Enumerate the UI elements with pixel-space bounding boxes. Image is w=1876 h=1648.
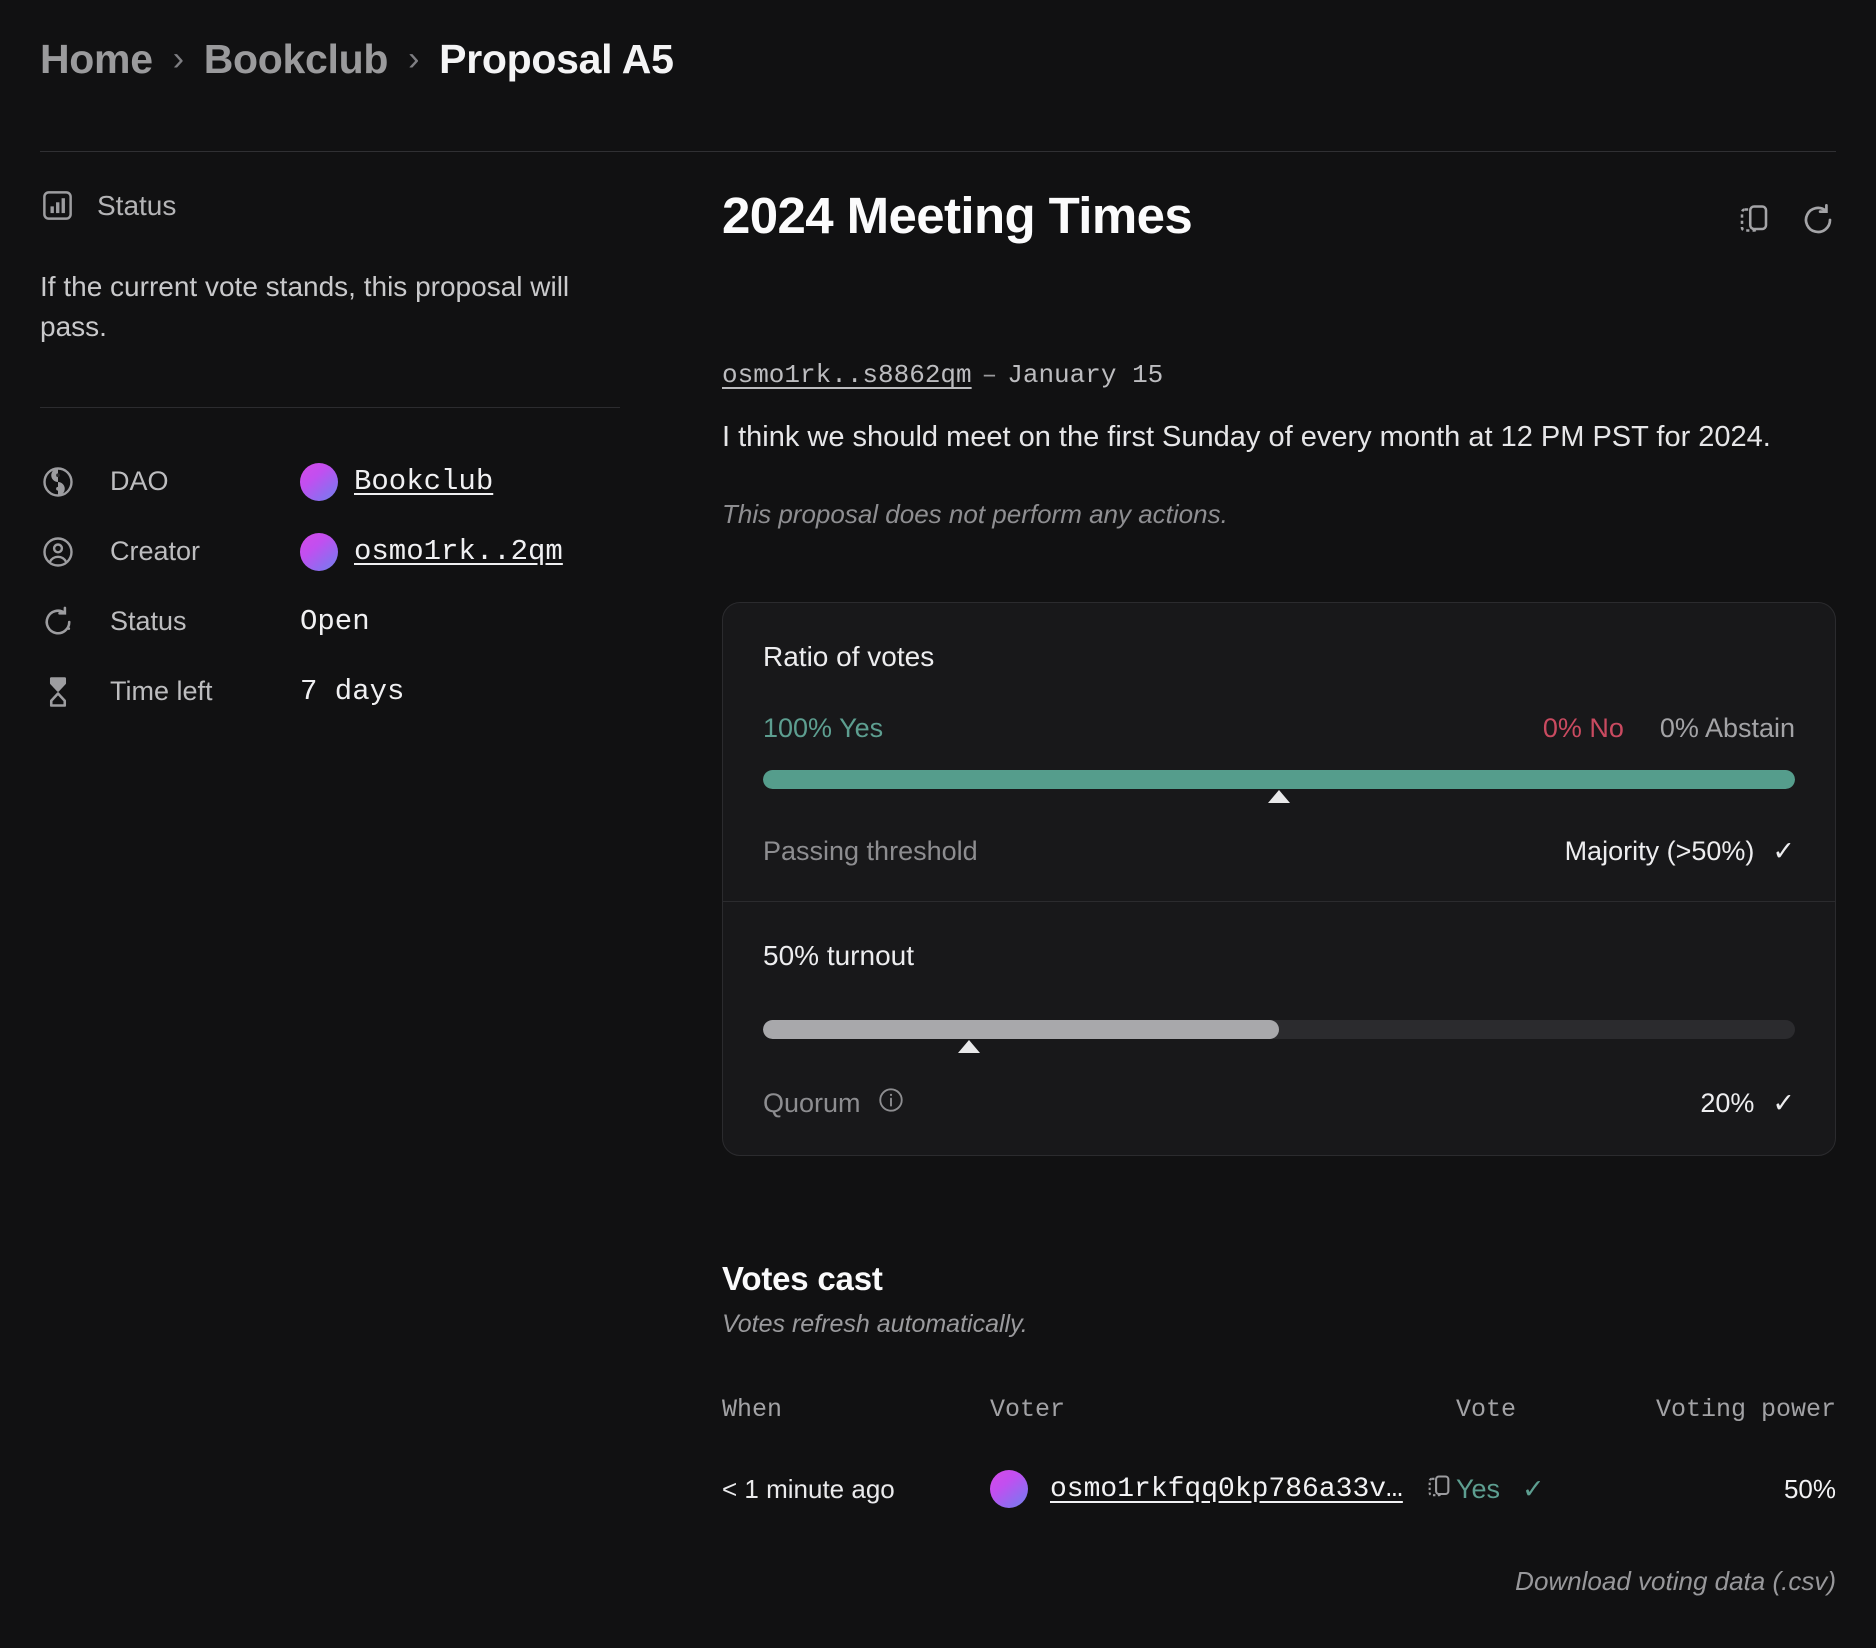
byline-address-link[interactable]: osmo1rk..s8862qm [722,360,972,390]
votes-table-body: < 1 minute ago osmo1rkfqq0kp786a33v… [722,1470,1836,1508]
meta-value-creator[interactable]: osmo1rk..2qm [300,533,563,571]
ratio-title: Ratio of votes [763,641,1795,673]
breadcrumb-item-bookclub[interactable]: Bookclub [204,36,388,83]
legend-no: 0% No [1543,713,1624,744]
yin-yang-icon [40,464,110,500]
page-title: 2024 Meeting Times [722,188,1192,244]
votes-table: When Voter Vote Voting power < 1 minute … [722,1395,1836,1508]
check-icon: ✓ [1772,836,1795,867]
cell-vote: Yes ✓ [1456,1474,1636,1505]
proposal-main: 2024 Meeting Times osmo1rk..s8862qm [722,188,1836,1597]
proposal-sidebar: Status If the current vote stands, this … [40,188,660,714]
status-sentence: If the current vote stands, this proposa… [40,267,620,347]
voter-address-link[interactable]: osmo1rkfqq0kp786a33v… [1050,1474,1403,1505]
breadcrumb: Home › Bookclub › Proposal A5 [40,36,674,83]
proposal-actions-note: This proposal does not perform any actio… [722,499,1836,530]
cell-when: < 1 minute ago [722,1474,990,1505]
passing-threshold-value-group: Majority (>50%) ✓ [1565,836,1795,867]
ratio-bar [763,770,1795,800]
avatar [990,1470,1028,1508]
download-voting-data-link[interactable]: Download voting data (.csv) [722,1566,1836,1597]
votes-cast-subtitle: Votes refresh automatically. [722,1310,1836,1339]
ratio-legend: 100% Yes 0% No 0% Abstain [763,713,1795,744]
turnout-bar-track [763,1020,1795,1039]
quorum-value: 20% [1700,1088,1754,1119]
votes-cast-title: Votes cast [722,1260,1836,1298]
quorum-label-group: Quorum [763,1086,905,1121]
ratio-bar-track [763,770,1795,789]
chevron-right-icon: › [408,42,419,76]
refresh-icon [40,604,110,640]
votes-table-header: When Voter Vote Voting power [722,1395,1836,1424]
dao-link[interactable]: Bookclub [354,465,493,498]
refresh-icon[interactable] [1800,202,1836,243]
meta-value-status: Open [300,605,370,638]
passing-threshold-row: Passing threshold Majority (>50%) ✓ [763,836,1795,867]
meta-label-dao: DAO [110,466,300,497]
meta-label-time-left: Time left [110,676,300,707]
meta-row-dao: DAO Bookclub [40,460,660,504]
proposal-byline: osmo1rk..s8862qm – January 15 [722,360,1836,390]
quorum-row: Quorum 20% ✓ [763,1086,1795,1121]
turnout-bar [763,1020,1795,1050]
status-heading-label: Status [97,190,176,222]
meta-row-status: Status Open [40,600,660,644]
column-header-voter: Voter [990,1395,1456,1424]
check-icon: ✓ [1772,1088,1795,1119]
column-header-vote: Vote [1456,1395,1636,1424]
meta-label-creator: Creator [110,536,300,567]
vote-value: Yes [1456,1474,1500,1505]
quorum-marker [958,1040,980,1053]
legend-yes: 100% Yes [763,713,883,744]
cell-voting-power: 50% [1636,1474,1836,1505]
meta-label-status: Status [110,606,300,637]
title-actions [1736,202,1836,243]
header-divider [40,151,1836,152]
hourglass-icon [40,674,110,710]
quorum-label: Quorum [763,1088,861,1119]
breadcrumb-item-current: Proposal A5 [439,36,673,83]
table-row: < 1 minute ago osmo1rkfqq0kp786a33v… [722,1470,1836,1508]
proposal-title-row: 2024 Meeting Times [722,188,1836,244]
ratio-bar-fill [763,770,1795,789]
turnout-title: 50% turnout [763,940,1795,972]
copy-icon[interactable] [1736,202,1772,243]
passing-threshold-label: Passing threshold [763,836,978,867]
quorum-value-group: 20% ✓ [1700,1088,1795,1119]
copy-icon[interactable] [1425,1473,1453,1506]
proposal-page: Home › Bookclub › Proposal A5 Status If … [0,0,1876,1648]
avatar [300,463,338,501]
status-heading: Status [40,188,660,223]
info-icon[interactable] [877,1086,905,1121]
check-icon: ✓ [1522,1474,1545,1505]
column-header-when: When [722,1395,990,1424]
meta-row-time-left: Time left 7 days [40,670,660,714]
byline-separator: – [972,360,1008,390]
legend-abstain: 0% Abstain [1660,713,1795,744]
meta-value-dao[interactable]: Bookclub [300,463,493,501]
user-circle-icon [40,534,110,570]
ratio-threshold-marker [1268,790,1290,803]
bar-chart-icon [40,188,75,223]
avatar [300,533,338,571]
ratio-of-votes-section: Ratio of votes 100% Yes 0% No 0% Abstain [723,603,1835,901]
proposal-meta-list: DAO Bookclub Creator osmo1rk. [40,460,660,714]
turnout-bar-fill [763,1020,1279,1039]
sidebar-divider [40,407,620,408]
creator-link[interactable]: osmo1rk..2qm [354,535,563,568]
cell-voter: osmo1rkfqq0kp786a33v… [990,1470,1456,1508]
passing-threshold-value: Majority (>50%) [1565,836,1755,867]
column-header-voting-power: Voting power [1636,1395,1836,1424]
chevron-right-icon: › [173,42,184,76]
meta-value-time-left: 7 days [300,675,404,708]
byline-date: January 15 [1007,360,1163,390]
breadcrumb-item-home[interactable]: Home [40,36,153,83]
turnout-section: 50% turnout Quorum [723,902,1835,1155]
proposal-description: I think we should meet on the first Sund… [722,418,1836,457]
votes-cast-section: Votes cast Votes refresh automatically. … [722,1260,1836,1597]
meta-row-creator: Creator osmo1rk..2qm [40,530,660,574]
vote-summary-card: Ratio of votes 100% Yes 0% No 0% Abstain [722,602,1836,1156]
